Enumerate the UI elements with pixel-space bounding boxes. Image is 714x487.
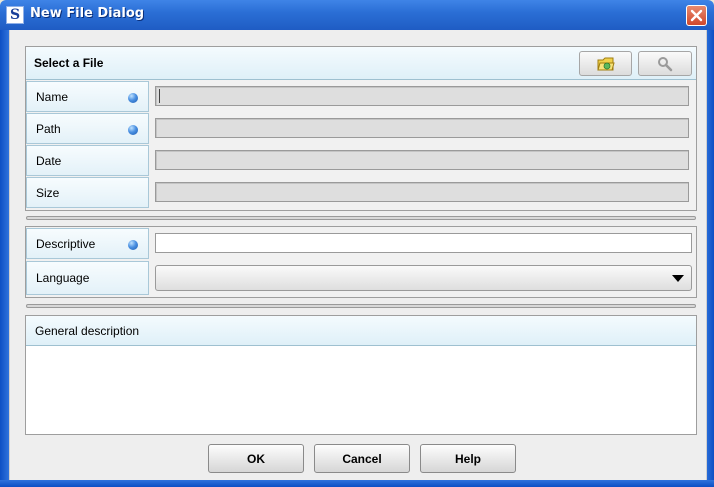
date-row: Date [26, 145, 696, 178]
required-indicator-icon [128, 125, 138, 135]
date-label-cell: Date [26, 145, 149, 176]
size-label-cell: Size [26, 177, 149, 208]
language-select[interactable] [155, 265, 692, 291]
close-button[interactable] [686, 5, 707, 26]
select-file-panel: Select a File Name Path Date Size [25, 46, 697, 211]
window-title: New File Dialog [30, 6, 145, 21]
name-label: Name [36, 90, 69, 104]
name-field[interactable] [155, 86, 689, 106]
folder-icon [596, 57, 615, 70]
text-caret [159, 89, 160, 103]
descriptive-field[interactable] [155, 233, 692, 253]
description-header: General description [26, 316, 696, 346]
window-frame-left [0, 30, 9, 480]
search-button[interactable] [638, 51, 692, 76]
name-row: Name [26, 81, 696, 114]
meta-panel: Descriptive Language [25, 226, 697, 298]
dialog-content: Select a File Name Path Date Size Descri… [9, 30, 707, 480]
window-frame-bottom [0, 480, 714, 487]
size-row: Size [26, 177, 696, 210]
dialog-window: S New File Dialog Select a File Name Pat… [0, 0, 714, 487]
select-file-header: Select a File [26, 47, 696, 80]
open-folder-button[interactable] [579, 51, 632, 76]
path-field[interactable] [155, 118, 689, 138]
cancel-button[interactable]: Cancel [314, 444, 410, 473]
language-label: Language [36, 271, 90, 285]
section-divider[interactable] [26, 216, 696, 220]
size-label: Size [36, 186, 60, 200]
magnifier-icon [658, 56, 673, 71]
section-divider[interactable] [26, 304, 696, 308]
dropdown-arrow-icon [672, 275, 684, 282]
language-label-cell: Language [26, 261, 149, 295]
date-field[interactable] [155, 150, 689, 170]
name-label-cell: Name [26, 81, 149, 112]
help-button[interactable]: Help [420, 444, 516, 473]
date-label: Date [36, 154, 62, 168]
close-icon [690, 9, 703, 22]
description-textarea[interactable] [26, 346, 696, 434]
descriptive-label: Descriptive [36, 237, 96, 251]
path-row: Path [26, 113, 696, 146]
size-field[interactable] [155, 182, 689, 202]
path-label-cell: Path [26, 113, 149, 144]
title-bar[interactable]: S New File Dialog [0, 0, 714, 30]
required-indicator-icon [128, 240, 138, 250]
path-label: Path [36, 122, 61, 136]
app-icon: S [6, 6, 24, 24]
description-panel: General description [25, 315, 697, 435]
descriptive-row: Descriptive [26, 228, 696, 261]
required-indicator-icon [128, 93, 138, 103]
ok-button[interactable]: OK [208, 444, 304, 473]
descriptive-label-cell: Descriptive [26, 228, 149, 259]
select-file-title: Select a File [34, 56, 104, 70]
description-title: General description [35, 324, 140, 338]
language-row: Language [26, 261, 696, 295]
